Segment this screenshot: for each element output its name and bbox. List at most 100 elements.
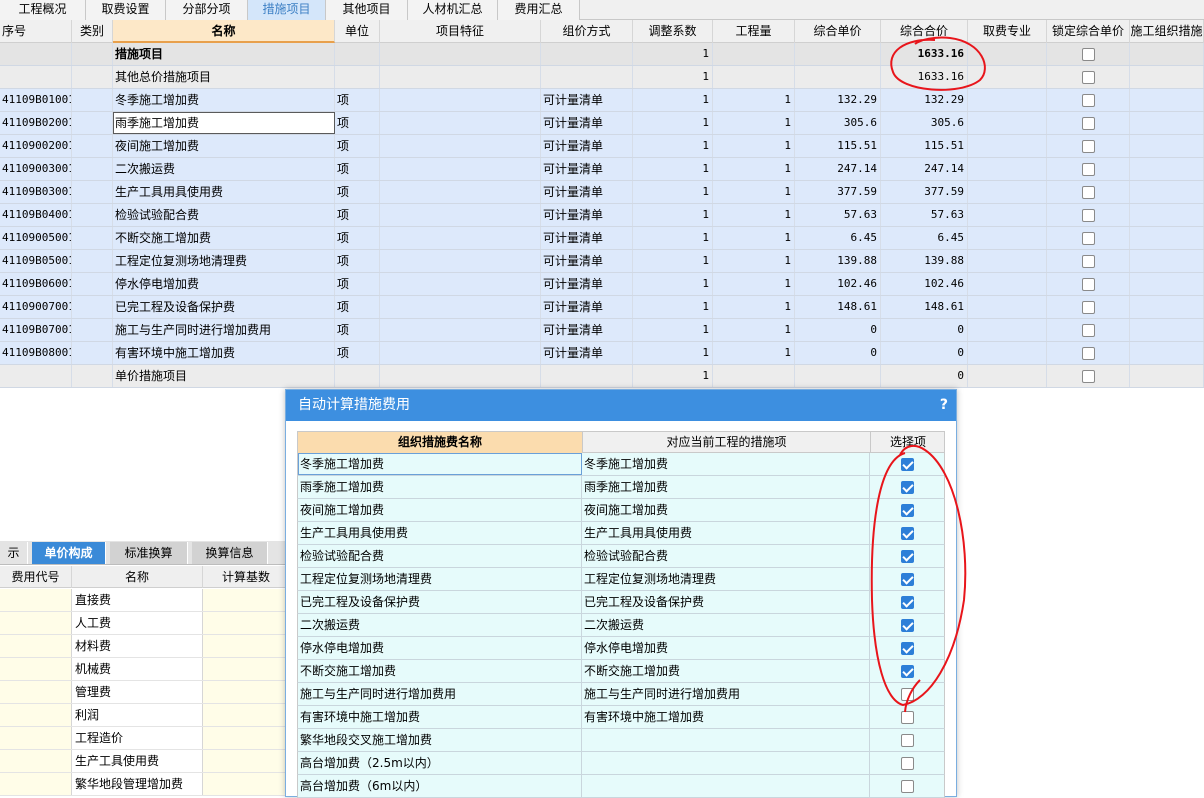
cell-method[interactable]: 可计量清单 [541, 273, 633, 295]
col-header-unit-price[interactable]: 综合单价 [795, 20, 881, 43]
cell-select[interactable] [870, 706, 944, 728]
cell-fee-major[interactable] [968, 204, 1047, 226]
cell-code[interactable]: 41109005001 [0, 227, 72, 249]
cell-qty[interactable]: 1 [713, 135, 795, 157]
cell-calc-base[interactable] [203, 658, 290, 680]
cell-org-fee-name[interactable]: 工程定位复测场地清理费 [298, 568, 582, 590]
col-header-method[interactable]: 组价方式 [541, 20, 633, 43]
cell-type[interactable] [72, 204, 113, 226]
cell-method[interactable]: 可计量清单 [541, 204, 633, 226]
cell-qty[interactable]: 1 [713, 158, 795, 180]
cell-feature[interactable] [380, 227, 541, 249]
cell-fee-code[interactable] [0, 612, 72, 634]
cell-fee-code[interactable] [0, 773, 72, 795]
dialog-row[interactable]: 冬季施工增加费 冬季施工增加费 [297, 453, 945, 476]
cell-select[interactable] [870, 683, 944, 705]
cell-coef[interactable]: 1 [633, 89, 713, 111]
cell-coef[interactable]: 1 [633, 158, 713, 180]
cell-fee-major[interactable] [968, 296, 1047, 318]
col-header-feature[interactable]: 项目特征 [380, 20, 541, 43]
cell-coef[interactable]: 1 [633, 296, 713, 318]
select-checkbox[interactable] [901, 780, 914, 793]
lock-price-checkbox[interactable] [1081, 71, 1095, 84]
cell-unit-price[interactable]: 132.29 [795, 89, 881, 111]
cell-type[interactable] [72, 250, 113, 272]
select-checkbox[interactable] [901, 481, 914, 494]
cell-type[interactable] [72, 181, 113, 203]
col-header-coef[interactable]: 调整系数 [633, 20, 713, 43]
dialog-row[interactable]: 生产工具用具使用费 生产工具用具使用费 [297, 522, 945, 545]
cell-select[interactable] [870, 499, 944, 521]
cell-org-fee-name[interactable]: 夜间施工增加费 [298, 499, 582, 521]
select-checkbox[interactable] [901, 573, 914, 586]
cell-method[interactable]: 可计量清单 [541, 296, 633, 318]
cell-select[interactable] [870, 729, 944, 751]
select-checkbox[interactable] [901, 688, 914, 701]
cell-total-price[interactable]: 102.46 [881, 273, 968, 295]
col-header-fee-code[interactable]: 费用代号 [0, 566, 72, 588]
cell-matched-item[interactable] [582, 775, 870, 797]
cell-fee-name[interactable]: 管理费 [72, 681, 203, 703]
cell-matched-item[interactable] [582, 752, 870, 774]
cell-name[interactable]: 工程定位复测场地清理费 [113, 250, 335, 272]
cell-qty[interactable] [713, 66, 795, 88]
cell-code[interactable]: 41109B01001 [0, 89, 72, 111]
cell-select[interactable] [870, 614, 944, 636]
cell-org-measure[interactable] [1130, 89, 1204, 111]
cell-unit-price[interactable] [795, 66, 881, 88]
cell-method[interactable] [541, 43, 633, 65]
cell-code[interactable]: 41109B04001 [0, 204, 72, 226]
cell-select[interactable] [870, 568, 944, 590]
lock-price-checkbox[interactable] [1081, 301, 1095, 314]
table-row[interactable]: 41109B08001 有害环境中施工增加费项可计量清单 1 1 0 0 [0, 342, 1204, 365]
dialog-row[interactable]: 繁华地段交叉施工增加费 [297, 729, 945, 752]
lock-price-checkbox[interactable] [1081, 163, 1095, 176]
list-item[interactable]: 生产工具使用费 [0, 750, 290, 773]
cell-select[interactable] [870, 660, 944, 682]
cell-code[interactable]: 41109003001 [0, 158, 72, 180]
cell-feature[interactable] [380, 365, 541, 387]
cell-fee-major[interactable] [968, 43, 1047, 65]
cell-type[interactable] [72, 365, 113, 387]
cell-fee-code[interactable] [0, 589, 72, 611]
cell-unit-price[interactable] [795, 43, 881, 65]
cell-type[interactable] [72, 273, 113, 295]
cell-type[interactable] [72, 89, 113, 111]
cell-lock-price[interactable] [1047, 365, 1130, 387]
cell-matched-item[interactable]: 夜间施工增加费 [582, 499, 870, 521]
select-checkbox[interactable] [901, 550, 914, 563]
cell-unit-price[interactable] [795, 365, 881, 387]
cell-select[interactable] [870, 545, 944, 567]
cell-total-price[interactable]: 148.61 [881, 296, 968, 318]
cell-code[interactable]: 41109B06001 [0, 273, 72, 295]
cell-matched-item[interactable]: 工程定位复测场地清理费 [582, 568, 870, 590]
cell-code[interactable]: 41109002001 [0, 135, 72, 157]
cell-lock-price[interactable] [1047, 250, 1130, 272]
col-header-seq[interactable]: 序号 [0, 20, 72, 43]
cell-name[interactable]: 有害环境中施工增加费 [113, 342, 335, 364]
cell-org-measure[interactable] [1130, 66, 1204, 88]
table-row[interactable]: 其他总价措施项目 1 1633.16 [0, 66, 1204, 89]
list-item[interactable]: 人工费 [0, 612, 290, 635]
cell-fee-name[interactable]: 繁华地段管理增加费 [72, 773, 203, 795]
lock-price-checkbox[interactable] [1081, 324, 1095, 337]
cell-org-measure[interactable] [1130, 43, 1204, 65]
lock-price-checkbox[interactable] [1081, 232, 1095, 245]
cell-fee-code[interactable] [0, 658, 72, 680]
select-checkbox[interactable] [901, 734, 914, 747]
cell-lock-price[interactable] [1047, 112, 1130, 134]
list-item[interactable]: 机械费 [0, 658, 290, 681]
cell-method[interactable]: 可计量清单 [541, 342, 633, 364]
tab-standard-conversion[interactable]: 标准换算 [110, 542, 188, 564]
cell-fee-code[interactable] [0, 727, 72, 749]
tab-cost-summary[interactable]: 费用汇总 [498, 0, 580, 20]
cell-feature[interactable] [380, 158, 541, 180]
lock-price-checkbox[interactable] [1081, 94, 1095, 107]
cell-fee-major[interactable] [968, 365, 1047, 387]
cell-total-price[interactable]: 139.88 [881, 250, 968, 272]
cell-type[interactable] [72, 43, 113, 65]
cell-unit-price[interactable]: 0 [795, 342, 881, 364]
cell-fee-major[interactable] [968, 112, 1047, 134]
tab-unit-price-composition[interactable]: 单价构成 [32, 542, 106, 564]
cell-name[interactable]: 生产工具用具使用费 [113, 181, 335, 203]
